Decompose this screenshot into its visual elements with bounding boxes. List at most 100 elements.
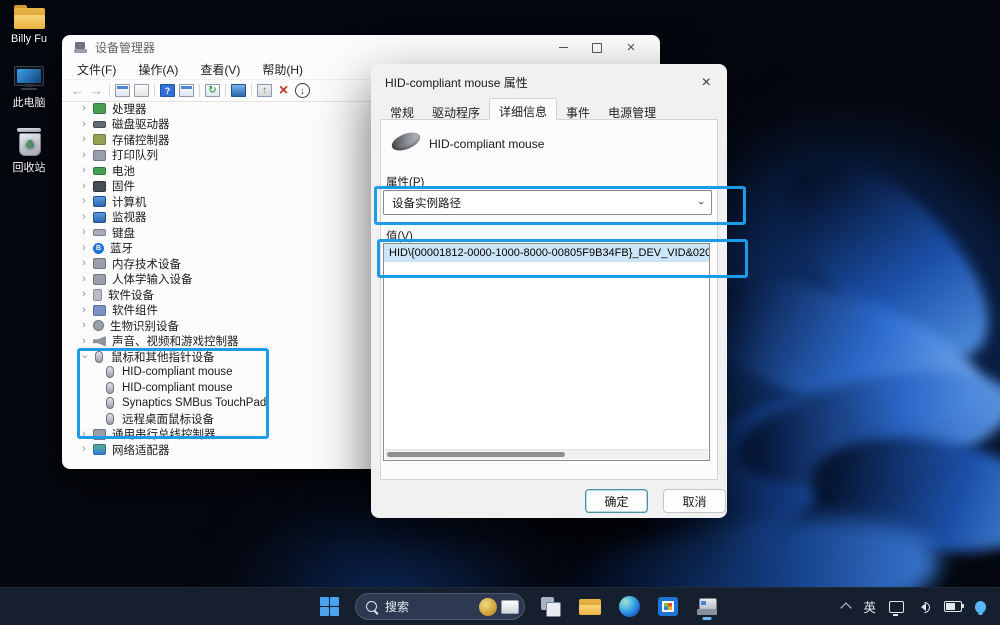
dialog-close-button[interactable] (700, 74, 713, 91)
edge-button[interactable] (616, 592, 642, 622)
close-button[interactable] (614, 38, 648, 58)
desktop-icon-billy-fu[interactable]: Billy Fu (0, 6, 61, 45)
wallpaper-petal (728, 350, 1000, 506)
update-driver-icon[interactable]: ↑ (256, 83, 273, 99)
tree-item-label: 声音、视频和游戏控制器 (112, 333, 239, 349)
monitor-icon (93, 212, 106, 223)
device-manager-taskbar-button[interactable] (694, 592, 720, 622)
uninstall-device-icon[interactable] (275, 83, 292, 99)
disk-icon (93, 121, 106, 128)
help-icon[interactable]: ? (159, 83, 176, 99)
firmware-icon (93, 181, 106, 192)
menu-help[interactable]: 帮助(H) (251, 60, 314, 79)
start-button[interactable] (316, 592, 342, 622)
properties-icon[interactable] (133, 83, 150, 99)
chevron-right-icon[interactable] (78, 429, 90, 440)
value-listbox[interactable]: HID\{00001812-0000-1000-8000-00805F9B34F… (383, 243, 710, 461)
menu-file[interactable]: 文件(F) (66, 60, 127, 79)
printer-icon (93, 150, 106, 161)
wallpaper-petal (680, 251, 1000, 450)
forward-icon[interactable] (88, 83, 105, 99)
ime-indicator[interactable]: 英 (863, 597, 876, 616)
cancel-button[interactable]: 取消 (663, 489, 726, 513)
chevron-right-icon[interactable] (78, 243, 90, 254)
wallpaper-petal (804, 424, 1000, 566)
ok-button[interactable]: 确定 (585, 489, 648, 513)
tree-item-label: 人体学输入设备 (112, 271, 193, 287)
disable-device-icon[interactable]: ↓ (294, 83, 311, 99)
back-icon[interactable] (69, 83, 86, 99)
tree-item-label: 存储控制器 (112, 132, 170, 148)
chevron-right-icon[interactable] (78, 289, 90, 300)
desktop-icon-label: Billy Fu (11, 33, 47, 45)
menu-action[interactable]: 操作(A) (127, 60, 189, 79)
tree-item-label: 磁盘驱动器 (112, 116, 170, 132)
cpu-icon (93, 103, 106, 114)
maximize-button[interactable] (580, 38, 614, 58)
network-icon[interactable] (889, 601, 904, 613)
chevron-right-icon[interactable] (78, 134, 90, 145)
tree-item-label: 监视器 (112, 209, 147, 225)
show-window-icon[interactable] (178, 83, 195, 99)
hid-icon (93, 274, 106, 285)
notification-bell-icon[interactable] (975, 601, 986, 613)
chevron-right-icon[interactable] (78, 196, 90, 207)
show-hide-console-tree-icon[interactable] (114, 83, 131, 99)
property-dropdown-value: 设备实例路径 (392, 195, 461, 211)
chevron-down-icon (695, 201, 707, 205)
computer-icon[interactable] (230, 83, 247, 99)
mouse-icon (106, 397, 114, 409)
device-manager-app-icon (74, 42, 87, 54)
tab-power-management[interactable]: 电源管理 (599, 101, 665, 120)
microsoft-store-button[interactable] (655, 592, 681, 622)
chevron-right-icon[interactable] (78, 103, 90, 114)
tree-item-label: 生物识别设备 (110, 318, 179, 334)
task-view-icon (541, 597, 561, 617)
volume-icon[interactable] (917, 601, 931, 613)
desktop-icon-this-pc[interactable]: 此电脑 (0, 66, 61, 110)
chevron-right-icon[interactable] (78, 444, 90, 455)
desktop-icon-recycle-bin[interactable]: ♻ 回收站 (0, 128, 61, 175)
tab-details[interactable]: 详细信息 (489, 98, 557, 120)
chevron-right-icon[interactable] (78, 150, 90, 161)
tab-general[interactable]: 常规 (381, 101, 423, 120)
dialog-tabs: 常规 驱动程序 详细信息 事件 电源管理 (381, 98, 665, 120)
menu-view[interactable]: 查看(V) (189, 60, 251, 79)
chevron-down-icon[interactable] (78, 351, 90, 362)
file-explorer-button[interactable] (577, 592, 603, 622)
dialog-titlebar[interactable]: HID-compliant mouse 属性 (371, 64, 727, 95)
scan-hardware-changes-icon[interactable]: ↻ (204, 83, 221, 99)
keyboard-icon (93, 229, 106, 236)
scrollbar-thumb[interactable] (387, 452, 565, 457)
tab-driver[interactable]: 驱动程序 (423, 101, 489, 120)
battery-icon[interactable] (944, 601, 962, 612)
tray-chevron-up-icon[interactable] (841, 602, 852, 613)
chevron-right-icon[interactable] (78, 320, 90, 331)
chevron-right-icon[interactable] (78, 227, 90, 238)
tab-events[interactable]: 事件 (557, 101, 599, 120)
chevron-right-icon[interactable] (78, 181, 90, 192)
tree-item-label: 通用串行总线控制器 (112, 426, 216, 442)
tree-item-label: 打印队列 (112, 147, 158, 163)
chevron-right-icon[interactable] (78, 336, 90, 347)
chevron-right-icon[interactable] (78, 274, 90, 285)
chevron-right-icon[interactable] (78, 258, 90, 269)
tree-item-label: 电池 (112, 163, 135, 179)
tree-item-label: 远程桌面鼠标设备 (122, 411, 214, 427)
property-dropdown[interactable]: 设备实例路径 (383, 190, 712, 215)
search-highlight-coin-icon (479, 598, 497, 616)
mouse-icon (106, 382, 114, 394)
mouse-icon (106, 413, 114, 425)
chevron-right-icon[interactable] (78, 119, 90, 130)
device-manager-titlebar[interactable]: 设备管理器 (62, 35, 660, 60)
taskbar-search[interactable]: 搜索 (355, 593, 525, 620)
minimize-button[interactable] (546, 38, 580, 58)
software-component-icon (93, 305, 106, 316)
chevron-right-icon[interactable] (78, 165, 90, 176)
value-row-selected[interactable]: HID\{00001812-0000-1000-8000-00805F9B34F… (384, 244, 709, 262)
horizontal-scrollbar[interactable] (385, 449, 708, 459)
edge-icon (619, 596, 640, 617)
task-view-button[interactable] (538, 592, 564, 622)
chevron-right-icon[interactable] (78, 305, 90, 316)
chevron-right-icon[interactable] (78, 212, 90, 223)
